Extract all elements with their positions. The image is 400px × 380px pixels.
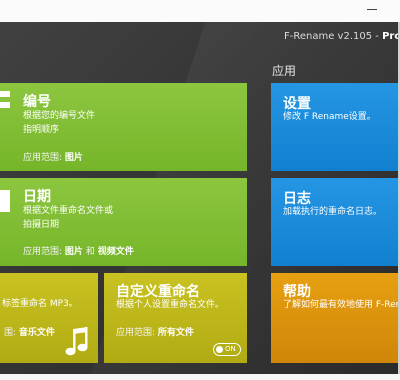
calendar-icon (0, 190, 10, 212)
tile-numbering-desc-line2: 指明顺序 (23, 125, 60, 135)
tile-help-desc: 了解如何最有效地使用 F-Rena (283, 300, 398, 310)
tile-log-desc: 加载执行的重命名日志。 (283, 207, 383, 217)
tile-music[interactable]: 标签重命名 MP3。 围: 音乐文件 (0, 273, 98, 363)
music-note-icon (65, 327, 88, 356)
tile-help[interactable]: 帮助 了解如何最有效地使用 F-Rena (271, 273, 398, 363)
scope-value-2: 视频文件 (97, 247, 134, 257)
number-icon (0, 91, 10, 108)
window-title: F-Rename v2.105 - Professio (284, 31, 398, 42)
tile-numbering-title: 编号 (23, 94, 51, 110)
tile-date-desc-line2: 拍摄日期 (23, 220, 60, 230)
tile-settings-desc: 修改 F Rename设置。 (283, 112, 376, 122)
scope-label: 围: (4, 328, 17, 338)
apps-section-title: 应用 (272, 64, 297, 78)
app-window: F-Rename v2.105 - Professio 应用 编号 根据您的编号… (0, 22, 398, 374)
custom-rename-toggle[interactable]: ON (213, 343, 241, 356)
toggle-label: ON (225, 345, 236, 353)
tile-settings[interactable]: 设置 修改 F Rename设置。 (271, 83, 398, 171)
tile-log[interactable]: 日志 加载执行的重命名日志。 (271, 178, 398, 266)
scope-value-1: 图片 (64, 247, 83, 257)
tile-music-scope: 围: 音乐文件 (4, 325, 55, 338)
window-top-strip (0, 0, 400, 22)
window-title-edition: Professio (382, 31, 398, 42)
tile-date-desc-line1: 根据文件重命名文件或 (23, 206, 114, 216)
tile-custom-rename-scope: 应用范围: 所有文件 (116, 325, 194, 338)
toggle-knob (216, 346, 223, 353)
window-title-text: F-Rename v2.105 - (284, 31, 383, 42)
minimize-icon[interactable] (367, 9, 377, 10)
scope-value: 音乐文件 (18, 328, 55, 338)
scope-value: 图片 (64, 153, 83, 163)
tile-numbering-desc-line1: 根据您的编号文件 (23, 111, 96, 121)
scope-label: 应用范围: (23, 247, 63, 257)
scope-label: 应用范围: (116, 328, 156, 338)
tile-numbering-scope: 应用范围: 图片 (23, 150, 83, 163)
scope-value: 所有文件 (157, 328, 194, 338)
scope-and: 和 (85, 247, 95, 257)
tile-date-title: 日期 (23, 189, 51, 205)
tile-numbering[interactable]: 编号 根据您的编号文件 指明顺序 应用范围: 图片 (0, 83, 247, 171)
tile-custom-rename[interactable]: 自定义重命名 根据个人设置重命名文件。 应用范围: 所有文件 ON (104, 273, 247, 363)
tile-date[interactable]: 日期 根据文件重命名文件或 拍摄日期 应用范围: 图片 和 视频文件 (0, 178, 247, 266)
tile-custom-rename-desc: 根据个人设置重命名文件。 (116, 300, 225, 310)
window-bottom-strip (0, 374, 400, 380)
tile-date-scope: 应用范围: 图片 和 视频文件 (23, 244, 134, 257)
scope-label: 应用范围: (23, 153, 63, 163)
tile-music-desc: 标签重命名 MP3。 (2, 299, 78, 309)
